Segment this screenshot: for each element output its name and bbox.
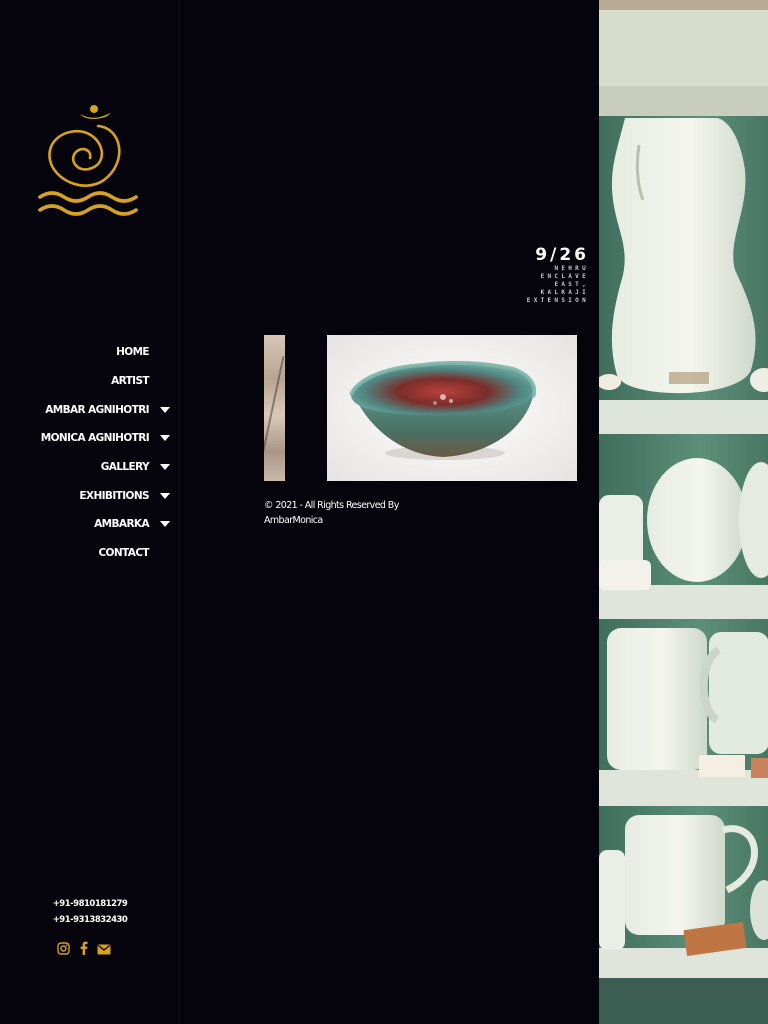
phone-link[interactable]: +91-9810181279 <box>0 896 180 912</box>
caret-down-icon[interactable] <box>160 492 170 499</box>
nav-item-label: HOME <box>116 346 150 359</box>
pottery-shelf-photo <box>599 0 768 1024</box>
nav-item-gallery[interactable]: GALLERY <box>41 453 170 482</box>
address-line: EXTENSION <box>526 297 589 304</box>
carousel-slide-previous[interactable] <box>264 335 285 481</box>
address-block: 9/26 NEHRU ENCLAVE EAST, KALKAJI EXTENSI… <box>517 245 589 305</box>
nav-item-label: AMBAR AGNIHOTRI <box>45 403 149 416</box>
copyright-text: © 2021 - All Rights Reserved By AmbarMon… <box>264 500 399 526</box>
nav-item-ambar-agnihotri[interactable]: AMBAR AGNIHOTRI <box>41 395 170 424</box>
sidebar: HOME ARTIST AMBAR AGNIHOTRI MONICA AGNIH… <box>0 0 180 1024</box>
nav-item-monica-agnihotri[interactable]: MONICA AGNIHOTRI <box>40 424 170 453</box>
social-links <box>57 940 111 959</box>
instagram-icon[interactable] <box>57 940 70 959</box>
address-number: 9/26 <box>535 245 589 265</box>
facebook-icon[interactable] <box>79 940 88 959</box>
nav-item-home[interactable]: HOME <box>41 338 150 367</box>
nav-item-label: MONICA AGNIHOTRI <box>40 432 150 445</box>
caret-down-icon[interactable] <box>160 521 170 528</box>
nav-item-contact[interactable]: CONTACT <box>41 539 149 568</box>
phone-numbers: +91-9810181279 +91-9313832430 <box>0 896 180 928</box>
nav-item-label: ARTIST <box>111 375 150 388</box>
nav-item-label: CONTACT <box>98 547 149 560</box>
nav-item-exhibitions[interactable]: EXHIBITIONS <box>41 481 170 510</box>
nav-item-ambarka[interactable]: AMBARKA <box>41 510 170 539</box>
nav-item-label: EXHIBITIONS <box>79 489 149 502</box>
nav-item-label: AMBARKA <box>94 518 149 531</box>
carousel-slide-ceramic-bowl[interactable] <box>327 335 577 481</box>
address-line: ENCLAVE <box>540 273 589 280</box>
phone-link[interactable]: +91-9313832430 <box>0 912 180 928</box>
logo-link[interactable] <box>38 104 142 218</box>
address-line: NEHRU <box>554 265 589 272</box>
ceramic-bowl-image <box>327 335 577 481</box>
mail-icon[interactable] <box>97 940 111 959</box>
main-nav: HOME ARTIST AMBAR AGNIHOTRI MONICA AGNIH… <box>40 338 170 568</box>
nav-item-label: GALLERY <box>100 461 150 474</box>
caret-down-icon[interactable] <box>160 435 170 442</box>
address-line: KALKAJI <box>540 289 589 296</box>
nav-item-artist[interactable]: ARTIST <box>41 367 150 396</box>
main-content: 9/26 NEHRU ENCLAVE EAST, KALKAJI EXTENSI… <box>181 0 638 1024</box>
caret-down-icon[interactable] <box>160 464 170 471</box>
caret-down-icon[interactable] <box>160 406 170 413</box>
address-line: EAST, <box>554 281 589 288</box>
spiral-wave-logo-icon <box>38 105 138 216</box>
